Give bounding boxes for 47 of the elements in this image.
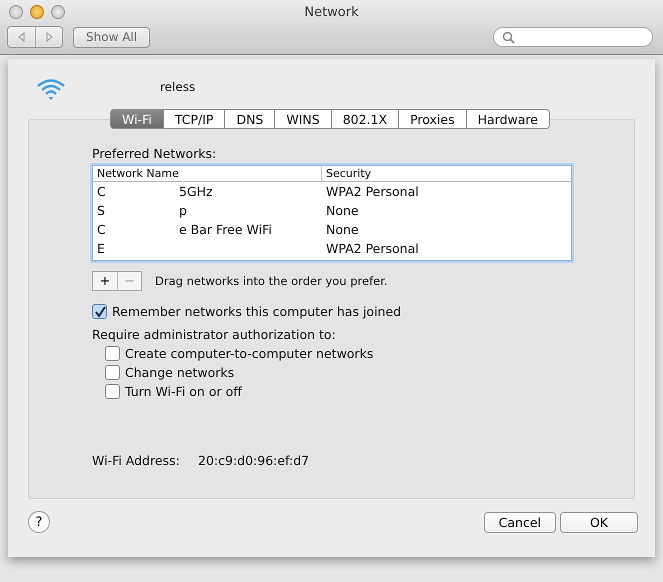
tab[interactable]: Proxies	[399, 109, 467, 129]
table-cell-text: None	[325, 203, 359, 218]
tab[interactable]: DNS	[225, 109, 276, 129]
tab[interactable]: TCP/IP	[164, 109, 226, 129]
tab[interactable]: Wi-Fi	[110, 109, 164, 129]
network-name: 5GHz	[179, 184, 213, 199]
show-all-button[interactable]: Show All	[73, 26, 150, 48]
network-name: p	[179, 203, 187, 218]
address-label: Wi-Fi Address:	[92, 453, 181, 468]
dialog-button[interactable]: OK	[560, 512, 638, 532]
add-button[interactable]: +	[93, 272, 117, 290]
checkbox-label: Create computer-to-computer networks	[125, 346, 374, 361]
network-name: C	[97, 222, 107, 237]
checkbox-label: Remember networks this computer has joined	[112, 304, 402, 319]
back-icon	[16, 32, 26, 42]
close-button[interactable]	[9, 5, 23, 19]
search-icon	[502, 30, 515, 44]
column-header[interactable]: Security	[321, 166, 372, 181]
checkbox-label: Change networks	[125, 365, 234, 380]
tab[interactable]: Hardware	[466, 109, 550, 129]
tab[interactable]: 802.1X	[332, 109, 400, 129]
checkbox[interactable]	[105, 365, 120, 380]
network-name: C	[97, 184, 107, 199]
network-name: S	[97, 203, 106, 218]
hint-text: Drag networks into the order you prefer.	[155, 274, 388, 288]
tab[interactable]: WINS	[275, 109, 332, 129]
address-value: 20:c9:d0:96:ef:d7	[198, 453, 310, 468]
checkbox-label: Turn Wi-Fi on or off	[125, 384, 242, 399]
zoom-button[interactable]	[51, 5, 65, 19]
column-header[interactable]: Network Name	[93, 166, 321, 181]
minimize-button[interactable]	[30, 5, 44, 19]
help-button[interactable]: ?	[28, 511, 50, 533]
section-label: Preferred Networks:	[92, 146, 218, 161]
forward-icon	[44, 32, 54, 42]
checkbox[interactable]	[92, 304, 107, 319]
table-cell-text: WPA2 Personal	[325, 241, 419, 256]
table-cell-text: WPA2 Personal	[325, 184, 419, 199]
checkbox[interactable]	[105, 384, 120, 399]
section-label: Require administrator authorization to:	[92, 327, 337, 342]
service-name: reless	[160, 80, 196, 94]
dialog-button[interactable]: Cancel	[484, 512, 556, 532]
window-title: Network	[304, 4, 359, 20]
network-name: e Bar Free WiFi	[179, 222, 272, 237]
search-field[interactable]	[493, 27, 653, 47]
checkbox[interactable]	[105, 346, 120, 361]
table-cell-text: None	[325, 222, 359, 237]
network-name: E	[97, 241, 106, 256]
